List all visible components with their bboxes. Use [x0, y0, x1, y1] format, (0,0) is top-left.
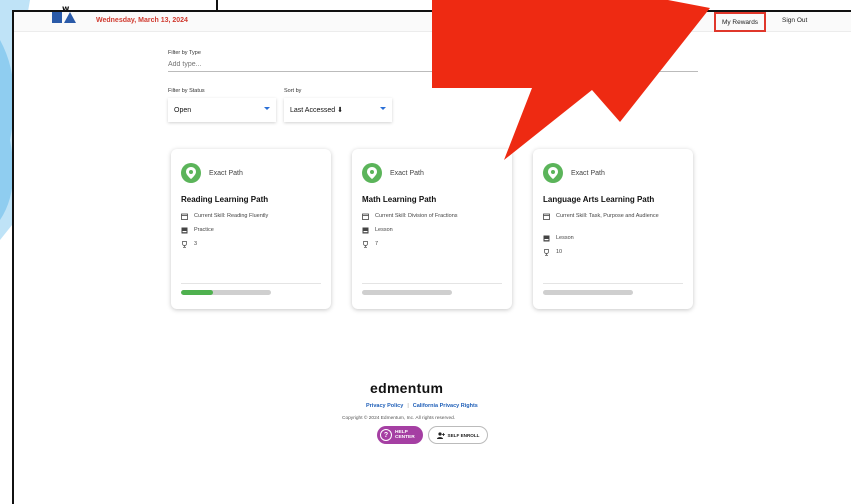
card-activity: Lesson: [375, 227, 393, 233]
learning-path-card-reading[interactable]: Exact Path Reading Learning Path Current…: [171, 149, 331, 309]
filter-type-label: Filter by Type: [168, 50, 201, 56]
add-user-icon: [436, 431, 445, 439]
trophy-icon: [363, 241, 368, 248]
calendar-icon: [543, 213, 550, 220]
edmentum-logo: edmentum: [370, 380, 444, 396]
card-title: Language Arts Learning Path: [543, 195, 655, 204]
activity-icon: [362, 227, 369, 234]
card-current-skill: Current Skill: Division of Fractions: [375, 213, 458, 219]
calendar-icon: [362, 213, 369, 220]
svg-text:w: w: [62, 5, 70, 13]
card-trophy-count: 7: [375, 241, 379, 247]
chevron-down-icon: [264, 107, 270, 110]
current-date: Wednesday, March 13, 2024: [96, 17, 188, 24]
card-activity: Practice: [194, 227, 214, 233]
help-center-button[interactable]: ? HELP CENTER: [377, 426, 423, 444]
sort-by-label: Sort by: [284, 88, 302, 94]
outer-frame-edge: [0, 0, 218, 10]
card-activity-row: Practice: [181, 227, 321, 234]
question-mark-icon: ?: [380, 429, 392, 441]
card-skill-row: Current Skill: Division of Fractions: [362, 213, 502, 220]
card-title: Math Learning Path: [362, 195, 437, 204]
card-title: Reading Learning Path: [181, 195, 269, 204]
self-enroll-button[interactable]: SELF ENROLL: [428, 426, 488, 444]
card-current-skill: Current Skill: Task, Purpose and Audienc…: [556, 213, 659, 219]
chevron-down-icon: [380, 107, 386, 110]
red-annotation-arrow-icon: [432, 0, 710, 160]
map-pin-icon: [362, 163, 382, 183]
map-pin-icon: [543, 163, 563, 183]
self-enroll-label: SELF ENROLL: [447, 432, 480, 438]
card-skill-row: Current Skill: Task, Purpose and Audienc…: [543, 213, 683, 220]
brand-logo-icon: w: [52, 5, 76, 23]
help-center-label: HELP CENTER: [395, 430, 415, 441]
trophy-icon: [544, 249, 549, 256]
footer-links: Privacy Policy | California Privacy Righ…: [366, 403, 478, 409]
card-divider: [181, 283, 321, 284]
activity-icon: [543, 235, 550, 242]
card-current-skill: Current Skill: Reading Fluently: [194, 213, 269, 219]
filter-status-label: Filter by Status: [168, 88, 205, 94]
trophy-icon: [182, 241, 187, 248]
card-trophy-row: 10: [543, 249, 683, 256]
copyright-text: Copyright © 2024 Edmentum, Inc. All righ…: [342, 416, 456, 421]
calendar-icon: [181, 213, 188, 220]
sign-out-link[interactable]: Sign Out: [782, 17, 807, 24]
learning-path-card-language-arts[interactable]: Exact Path Language Arts Learning Path C…: [533, 149, 693, 309]
card-progress-bar: [181, 290, 271, 295]
card-activity-row: Lesson: [362, 227, 502, 234]
card-progress-bar: [543, 290, 633, 295]
card-trophy-row: 3: [181, 241, 321, 248]
map-pin-icon: [181, 163, 201, 183]
card-trophy-count: 10: [556, 249, 563, 255]
card-activity-row: Lesson: [543, 235, 683, 242]
card-progress-bar: [362, 290, 452, 295]
screenshot-stage: w Wednesday, March 13, 2024 My Rewards S…: [0, 0, 851, 504]
status-select-value: Open: [174, 106, 192, 114]
privacy-policy-link[interactable]: Privacy Policy: [366, 403, 403, 409]
california-privacy-link[interactable]: California Privacy Rights: [413, 403, 478, 409]
sort-select-value: Last Accessed ⬇: [290, 107, 343, 114]
card-trophy-count: 3: [194, 241, 198, 247]
learning-path-card-math[interactable]: Exact Path Math Learning Path Current Sk…: [352, 149, 512, 309]
card-trophy-row: 7: [362, 241, 502, 248]
status-select[interactable]: Open: [168, 98, 276, 122]
card-divider: [543, 283, 683, 284]
help-label-line2: CENTER: [395, 435, 415, 440]
progress-fill: [181, 290, 213, 295]
card-divider: [362, 283, 502, 284]
card-activity: Lesson: [556, 235, 574, 241]
activity-icon: [181, 227, 188, 234]
card-brand: Exact Path: [209, 170, 243, 177]
card-brand: Exact Path: [390, 170, 424, 177]
link-separator: |: [407, 403, 409, 409]
card-skill-row: Current Skill: Reading Fluently: [181, 213, 321, 220]
sort-select[interactable]: Last Accessed ⬇: [284, 98, 392, 122]
card-brand: Exact Path: [571, 170, 605, 177]
